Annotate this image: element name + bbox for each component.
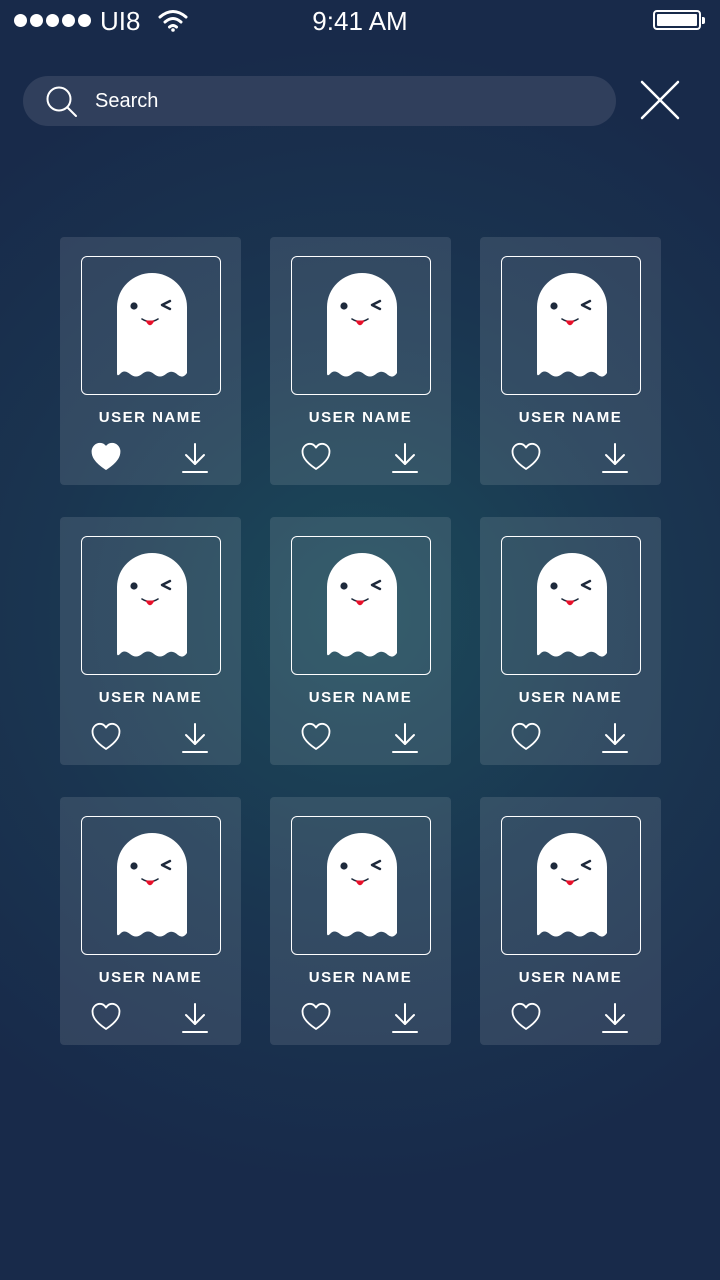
user-card[interactable]: USER NAME	[480, 237, 661, 485]
user-name: USER NAME	[308, 409, 413, 426]
ghost-icon	[117, 553, 187, 657]
avatar	[81, 256, 221, 395]
user-name: USER NAME	[308, 689, 413, 706]
status-bar: UI8 9:41 AM	[0, 0, 720, 44]
heart-icon[interactable]	[511, 1002, 541, 1032]
avatar	[501, 816, 641, 955]
heart-icon[interactable]	[91, 442, 121, 472]
user-card[interactable]: USER NAME	[270, 797, 451, 1045]
search-input[interactable]	[95, 76, 575, 126]
user-card[interactable]: USER NAME	[270, 517, 451, 765]
user-name: USER NAME	[518, 689, 623, 706]
user-name: USER NAME	[308, 969, 413, 986]
user-grid: USER NAME USER NAME USER NAME USER NAME …	[60, 237, 661, 1045]
ghost-icon	[537, 273, 607, 377]
user-name: USER NAME	[518, 409, 623, 426]
user-name: USER NAME	[98, 969, 203, 986]
user-card[interactable]: USER NAME	[60, 237, 241, 485]
avatar	[291, 256, 431, 395]
heart-icon[interactable]	[301, 1002, 331, 1032]
user-card[interactable]: USER NAME	[270, 237, 451, 485]
ghost-icon	[537, 553, 607, 657]
heart-icon[interactable]	[301, 442, 331, 472]
heart-icon[interactable]	[91, 722, 121, 752]
heart-icon[interactable]	[511, 722, 541, 752]
user-card[interactable]: USER NAME	[60, 517, 241, 765]
download-icon[interactable]	[391, 442, 419, 474]
ghost-icon	[327, 833, 397, 937]
user-card[interactable]: USER NAME	[60, 797, 241, 1045]
heart-icon[interactable]	[301, 722, 331, 752]
search-bar[interactable]	[23, 76, 616, 126]
download-icon[interactable]	[601, 442, 629, 474]
ghost-icon	[117, 833, 187, 937]
download-icon[interactable]	[181, 1002, 209, 1034]
download-icon[interactable]	[391, 1002, 419, 1034]
avatar	[81, 536, 221, 675]
user-card[interactable]: USER NAME	[480, 797, 661, 1045]
ghost-icon	[327, 273, 397, 377]
avatar	[291, 536, 431, 675]
user-name: USER NAME	[98, 409, 203, 426]
ghost-icon	[117, 273, 187, 377]
heart-icon[interactable]	[91, 1002, 121, 1032]
heart-icon[interactable]	[511, 442, 541, 472]
search-icon	[46, 86, 77, 117]
avatar	[501, 536, 641, 675]
download-icon[interactable]	[601, 1002, 629, 1034]
avatar	[501, 256, 641, 395]
user-name: USER NAME	[98, 689, 203, 706]
clock: 9:41 AM	[312, 6, 408, 36]
user-card[interactable]: USER NAME	[480, 517, 661, 765]
battery-icon	[653, 10, 705, 30]
download-icon[interactable]	[601, 722, 629, 754]
user-name: USER NAME	[518, 969, 623, 986]
avatar	[81, 816, 221, 955]
ghost-icon	[537, 833, 607, 937]
avatar	[291, 816, 431, 955]
download-icon[interactable]	[391, 722, 419, 754]
download-icon[interactable]	[181, 722, 209, 754]
download-icon[interactable]	[181, 442, 209, 474]
ghost-icon	[327, 553, 397, 657]
close-icon[interactable]	[638, 78, 682, 122]
